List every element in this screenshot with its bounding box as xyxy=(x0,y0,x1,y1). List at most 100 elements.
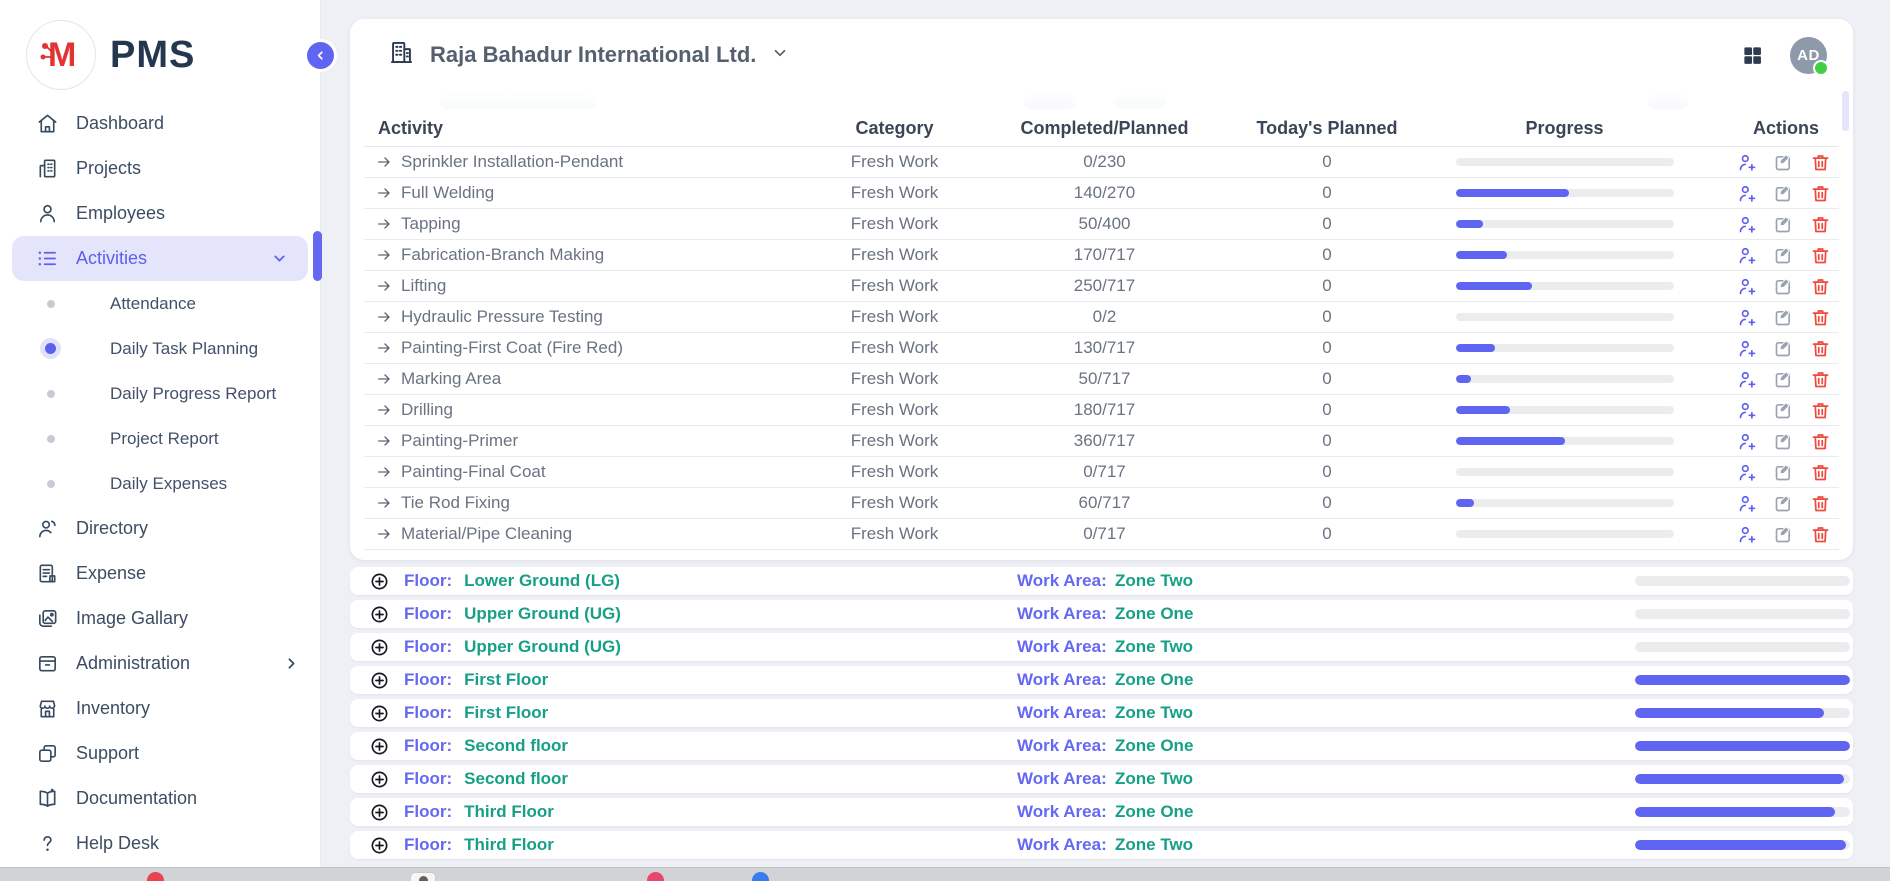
category-cell: Fresh Work xyxy=(792,271,997,302)
edit-icon[interactable] xyxy=(1773,152,1794,173)
delete-icon[interactable] xyxy=(1810,400,1831,421)
edit-icon[interactable] xyxy=(1773,524,1794,545)
sidebar-item-activities[interactable]: Activities xyxy=(12,236,308,281)
contact-icon xyxy=(36,517,59,540)
user-avatar[interactable]: AD xyxy=(1790,37,1827,74)
add-user-icon[interactable] xyxy=(1737,400,1758,421)
sidebar-subitem-daily-task-planning[interactable]: Daily Task Planning xyxy=(0,326,320,371)
work-area-label: Work Area: xyxy=(1017,637,1107,657)
edit-icon[interactable] xyxy=(1773,338,1794,359)
add-user-icon[interactable] xyxy=(1737,338,1758,359)
bullet-dot-icon xyxy=(47,480,55,488)
plus-circle-icon[interactable] xyxy=(370,737,389,756)
delete-icon[interactable] xyxy=(1810,462,1831,483)
edit-icon[interactable] xyxy=(1773,183,1794,204)
plus-circle-icon[interactable] xyxy=(370,638,389,657)
scrollbar-thumb[interactable] xyxy=(1842,91,1849,131)
activity-name: Full Welding xyxy=(401,183,494,202)
add-user-icon[interactable] xyxy=(1737,369,1758,390)
sidebar-item-image-gallary[interactable]: Image Gallary xyxy=(0,596,320,641)
plus-circle-icon[interactable] xyxy=(370,605,389,624)
category-cell: Fresh Work xyxy=(792,240,997,271)
sidebar-item-dashboard[interactable]: Dashboard xyxy=(0,101,320,146)
plus-circle-icon[interactable] xyxy=(370,671,389,690)
add-user-icon[interactable] xyxy=(1737,245,1758,266)
delete-icon[interactable] xyxy=(1810,524,1831,545)
completed-planned-cell: 140/270 xyxy=(997,178,1212,209)
edit-icon[interactable] xyxy=(1773,462,1794,483)
todays-planned-cell: 0 xyxy=(1212,240,1442,271)
category-cell: Fresh Work xyxy=(792,302,997,333)
category-cell: Fresh Work xyxy=(792,178,997,209)
sidebar-item-projects[interactable]: Projects xyxy=(0,146,320,191)
add-user-icon[interactable] xyxy=(1737,183,1758,204)
delete-icon[interactable] xyxy=(1810,245,1831,266)
add-user-icon[interactable] xyxy=(1737,524,1758,545)
todays-planned-cell: 0 xyxy=(1212,271,1442,302)
add-user-icon[interactable] xyxy=(1737,276,1758,297)
delete-icon[interactable] xyxy=(1810,307,1831,328)
delete-icon[interactable] xyxy=(1810,493,1831,514)
plus-circle-icon[interactable] xyxy=(370,770,389,789)
edit-icon[interactable] xyxy=(1773,400,1794,421)
column-header-actions: Actions xyxy=(1687,111,1839,147)
add-user-icon[interactable] xyxy=(1737,307,1758,328)
category-cell: Fresh Work xyxy=(792,426,997,457)
edit-icon[interactable] xyxy=(1773,369,1794,390)
add-user-icon[interactable] xyxy=(1737,493,1758,514)
sidebar-item-employees[interactable]: Employees xyxy=(0,191,320,236)
sidebar-subitem-attendance[interactable]: Attendance xyxy=(0,281,320,326)
sidebar-item-expense[interactable]: Expense xyxy=(0,551,320,596)
open-book-icon xyxy=(36,787,59,810)
delete-icon[interactable] xyxy=(1810,152,1831,173)
edit-icon[interactable] xyxy=(1773,245,1794,266)
floor-value: First Floor xyxy=(464,703,548,723)
edit-icon[interactable] xyxy=(1773,276,1794,297)
delete-icon[interactable] xyxy=(1810,369,1831,390)
add-user-icon[interactable] xyxy=(1737,152,1758,173)
sidebar-subitem-daily-expenses[interactable]: Daily Expenses xyxy=(0,461,320,506)
delete-icon[interactable] xyxy=(1810,214,1831,235)
active-section-indicator xyxy=(313,231,322,281)
plus-circle-icon[interactable] xyxy=(370,572,389,591)
sidebar-item-help-desk[interactable]: Help Desk xyxy=(0,821,320,866)
sidebar-item-support[interactable]: Support xyxy=(0,731,320,776)
category-cell: Fresh Work xyxy=(792,488,997,519)
edit-icon[interactable] xyxy=(1773,214,1794,235)
floor-row: Floor: Upper Ground (UG) Work Area: Zone… xyxy=(350,600,1853,628)
column-header-activity: Activity xyxy=(364,111,792,147)
add-user-icon[interactable] xyxy=(1737,462,1758,483)
plus-circle-icon[interactable] xyxy=(370,836,389,855)
activity-table-row: Drilling Fresh Work 180/717 0 xyxy=(364,395,1839,426)
activity-table-row: Hydraulic Pressure Testing Fresh Work 0/… xyxy=(364,302,1839,333)
add-user-icon[interactable] xyxy=(1737,431,1758,452)
arrow-right-icon xyxy=(376,464,392,480)
apps-grid-icon[interactable] xyxy=(1741,44,1764,67)
sidebar-item-inventory[interactable]: Inventory xyxy=(0,686,320,731)
plus-circle-icon[interactable] xyxy=(370,803,389,822)
add-user-icon[interactable] xyxy=(1737,214,1758,235)
chevron-down-icon xyxy=(271,250,288,267)
sidebar-subitem-project-report[interactable]: Project Report xyxy=(0,416,320,461)
arrow-right-icon xyxy=(376,433,392,449)
company-selector[interactable]: Raja Bahadur International Ltd. xyxy=(388,39,789,71)
delete-icon[interactable] xyxy=(1810,431,1831,452)
edit-icon[interactable] xyxy=(1773,493,1794,514)
plus-circle-icon[interactable] xyxy=(370,704,389,723)
progress-bar xyxy=(1456,344,1674,352)
edit-icon[interactable] xyxy=(1773,431,1794,452)
delete-icon[interactable] xyxy=(1810,183,1831,204)
arrow-right-icon xyxy=(376,495,392,511)
sidebar-item-documentation[interactable]: Documentation xyxy=(0,776,320,821)
delete-icon[interactable] xyxy=(1810,276,1831,297)
sidebar-item-administration[interactable]: Administration xyxy=(0,641,320,686)
work-area-label: Work Area: xyxy=(1017,604,1107,624)
sidebar-item-directory[interactable]: Directory xyxy=(0,506,320,551)
sidebar-subitem-daily-progress-report[interactable]: Daily Progress Report xyxy=(0,371,320,416)
sidebar-collapse-button[interactable] xyxy=(307,42,334,69)
delete-icon[interactable] xyxy=(1810,338,1831,359)
sidebar-subitem-label: Daily Progress Report xyxy=(110,384,276,404)
edit-icon[interactable] xyxy=(1773,307,1794,328)
floor-progress-bar xyxy=(1635,576,1850,586)
floor-label: Floor: xyxy=(404,670,452,690)
